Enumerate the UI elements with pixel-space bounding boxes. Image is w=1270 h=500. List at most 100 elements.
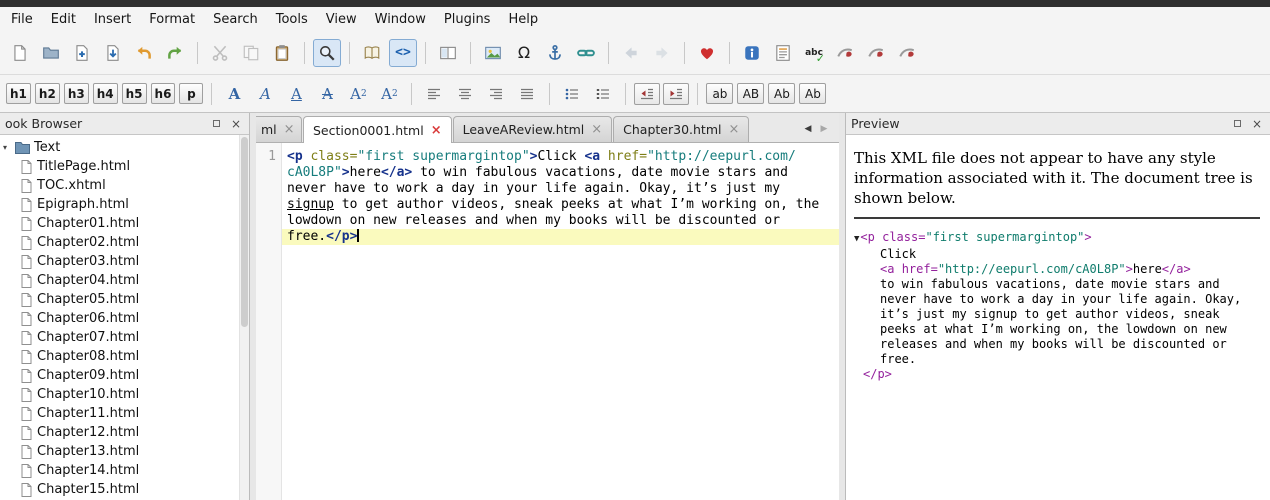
heading-button[interactable]: h5: [122, 83, 147, 104]
tab-close-icon[interactable]: ×: [728, 123, 739, 136]
file-item[interactable]: Chapter14.html: [0, 461, 249, 480]
toc-editor-button[interactable]: [769, 39, 797, 67]
align-left-button[interactable]: [420, 80, 448, 108]
close-panel-icon[interactable]: ×: [1249, 116, 1265, 131]
bold-button[interactable]: A: [220, 80, 248, 108]
copy-button[interactable]: [237, 39, 265, 67]
menu-item[interactable]: Plugins: [435, 9, 500, 30]
open-file-button[interactable]: [37, 39, 65, 67]
numbered-list-button[interactable]: [589, 80, 617, 108]
scrollbar[interactable]: [239, 135, 249, 500]
back-button[interactable]: [617, 39, 645, 67]
forward-button[interactable]: [648, 39, 676, 67]
scrollbar-thumb[interactable]: [241, 137, 248, 327]
menu-item[interactable]: Help: [499, 9, 547, 30]
cut-button[interactable]: [206, 39, 234, 67]
plugin-button-1[interactable]: [831, 39, 859, 67]
float-panel-icon[interactable]: [1229, 116, 1245, 131]
file-item[interactable]: Chapter05.html: [0, 290, 249, 309]
menu-item[interactable]: Edit: [42, 9, 85, 30]
new-file-button[interactable]: [6, 39, 34, 67]
tab-close-icon[interactable]: ×: [431, 124, 442, 137]
menu-item[interactable]: Search: [204, 9, 267, 30]
save-button[interactable]: [99, 39, 127, 67]
redo-button[interactable]: [161, 39, 189, 67]
file-item[interactable]: Chapter06.html: [0, 309, 249, 328]
subscript-button[interactable]: A2: [344, 80, 372, 108]
heading-button[interactable]: h3: [64, 83, 89, 104]
align-center-button[interactable]: [451, 80, 479, 108]
align-right-button[interactable]: [482, 80, 510, 108]
bullet-list-button[interactable]: [558, 80, 586, 108]
tab[interactable]: Chapter30.html ×: [613, 116, 749, 142]
file-item[interactable]: Chapter12.html: [0, 423, 249, 442]
file-item[interactable]: Epigraph.html: [0, 195, 249, 214]
donate-button[interactable]: [693, 39, 721, 67]
close-panel-icon[interactable]: ×: [228, 116, 244, 131]
menu-item[interactable]: Tools: [267, 9, 317, 30]
change-case-button[interactable]: Ab: [768, 83, 795, 104]
underline-button[interactable]: A: [282, 80, 310, 108]
file-item[interactable]: Chapter04.html: [0, 271, 249, 290]
strikethrough-button[interactable]: A: [313, 80, 341, 108]
folder-row-text[interactable]: ▾ Text: [0, 138, 249, 157]
tab-prev-button[interactable]: ◀: [801, 120, 815, 138]
file-item[interactable]: Chapter07.html: [0, 328, 249, 347]
change-case-button[interactable]: AB: [737, 83, 764, 104]
file-item[interactable]: Chapter09.html: [0, 366, 249, 385]
superscript-button[interactable]: A2: [375, 80, 403, 108]
heading-button[interactable]: h1: [6, 83, 31, 104]
tab-close-icon[interactable]: ×: [284, 123, 295, 136]
file-item[interactable]: Chapter01.html: [0, 214, 249, 233]
insert-link-button[interactable]: [572, 39, 600, 67]
italic-button[interactable]: A: [251, 80, 279, 108]
file-item[interactable]: Chapter02.html: [0, 233, 249, 252]
change-case-button[interactable]: Ab: [799, 83, 826, 104]
heading-button[interactable]: h2: [35, 83, 60, 104]
plugin-button-2[interactable]: [862, 39, 890, 67]
collapse-toggle-icon[interactable]: ▼: [854, 234, 859, 244]
expander-icon[interactable]: ▾: [3, 143, 11, 152]
add-existing-file-button[interactable]: [68, 39, 96, 67]
find-replace-button[interactable]: [313, 39, 341, 67]
align-right-icon: [488, 86, 504, 102]
file-item[interactable]: TitlePage.html: [0, 157, 249, 176]
plugin-button-3[interactable]: [893, 39, 921, 67]
tab[interactable]: LeaveAReview.html ×: [453, 116, 613, 142]
menu-item[interactable]: File: [2, 9, 42, 30]
file-item[interactable]: Chapter10.html: [0, 385, 249, 404]
file-item[interactable]: Chapter13.html: [0, 442, 249, 461]
align-justify-button[interactable]: [513, 80, 541, 108]
tab-close-icon[interactable]: ×: [591, 123, 602, 136]
file-item[interactable]: Chapter15.html: [0, 480, 249, 499]
book-view-button[interactable]: [358, 39, 386, 67]
file-item[interactable]: Chapter11.html: [0, 404, 249, 423]
menu-item[interactable]: Insert: [85, 9, 140, 30]
change-case-button[interactable]: ab: [706, 83, 733, 104]
special-character-button[interactable]: Ω: [510, 39, 538, 67]
split-view-button[interactable]: [434, 39, 462, 67]
heading-button[interactable]: h6: [151, 83, 176, 104]
tab-next-button[interactable]: ▶: [817, 120, 831, 138]
tab[interactable]: ml ×: [256, 116, 302, 142]
file-item[interactable]: Chapter08.html: [0, 347, 249, 366]
menu-item[interactable]: Window: [366, 9, 435, 30]
heading-button[interactable]: p: [179, 83, 203, 104]
decrease-indent-button[interactable]: [634, 83, 660, 105]
code-lines[interactable]: <p class="first supermargintop">Click <a…: [282, 143, 839, 500]
file-item[interactable]: Chapter03.html: [0, 252, 249, 271]
paste-button[interactable]: [268, 39, 296, 67]
tab[interactable]: Section0001.html ×: [303, 116, 452, 143]
float-panel-icon[interactable]: [208, 116, 224, 131]
metadata-editor-button[interactable]: [738, 39, 766, 67]
menu-item[interactable]: View: [317, 9, 366, 30]
file-item[interactable]: TOC.xhtml: [0, 176, 249, 195]
increase-indent-button[interactable]: [663, 83, 689, 105]
menu-item[interactable]: Format: [140, 9, 204, 30]
insert-image-button[interactable]: [479, 39, 507, 67]
code-view-button[interactable]: <>: [389, 39, 417, 67]
undo-button[interactable]: [130, 39, 158, 67]
heading-button[interactable]: h4: [93, 83, 118, 104]
spellcheck-button[interactable]: abc✓: [800, 39, 828, 67]
insert-id-button[interactable]: [541, 39, 569, 67]
